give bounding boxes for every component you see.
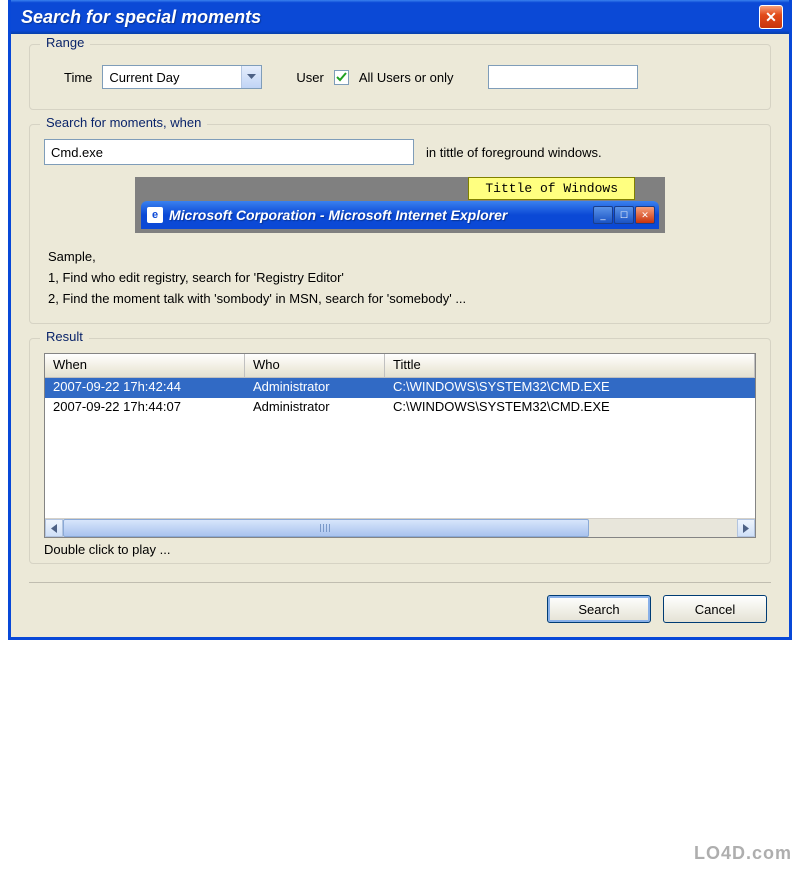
time-label: Time [64,70,92,85]
ie-close-icon: ✕ [635,206,655,224]
scroll-right-button[interactable] [737,519,755,537]
cell-when: 2007-09-22 17h:42:44 [45,378,245,398]
sample-line-1: 1, Find who edit registry, search for 'R… [48,268,756,289]
col-when[interactable]: When [45,354,245,377]
time-combo[interactable]: Current Day [102,65,262,89]
button-row: Search Cancel [29,595,771,623]
separator [29,582,771,583]
col-who[interactable]: Who [245,354,385,377]
close-icon: ✕ [765,9,777,26]
search-fieldset: Search for moments, when in tittle of fo… [29,124,771,324]
all-users-checkbox[interactable] [334,70,349,85]
user-filter-input[interactable] [488,65,638,89]
search-input[interactable] [44,139,414,165]
time-combo-value: Current Day [103,70,241,85]
ie-icon: e [147,207,163,223]
cell-who: Administrator [245,398,385,418]
table-row[interactable]: 2007-09-22 17h:42:44AdministratorC:\WIND… [45,378,755,398]
chevron-right-icon [743,524,749,533]
result-legend: Result [40,329,89,344]
result-fieldset: Result When Who Tittle 2007-09-22 17h:42… [29,338,771,564]
cell-who: Administrator [245,378,385,398]
cell-title: C:\WINDOWS\SYSTEM32\CMD.EXE [385,398,755,418]
maximize-icon: ☐ [614,206,634,224]
minimize-icon: _ [593,206,613,224]
dialog-body: Range Time Current Day User All Users or… [11,34,789,637]
scrollbar-grip-icon [320,524,332,532]
search-row: in tittle of foreground windows. [44,139,756,165]
listview-body: 2007-09-22 17h:42:44AdministratorC:\WIND… [45,378,755,418]
chevron-down-icon [241,66,261,88]
scrollbar-thumb[interactable] [63,519,589,537]
scroll-left-button[interactable] [45,519,63,537]
all-users-label: All Users or only [359,70,454,85]
scrollbar-track[interactable] [63,519,737,537]
sample-heading: Sample, [48,247,756,268]
cell-when: 2007-09-22 17h:44:07 [45,398,245,418]
sample-line-2: 2, Find the moment talk with 'sombody' i… [48,289,756,310]
col-title[interactable]: Tittle [385,354,755,377]
titlebar: Search for special moments ✕ [11,0,789,34]
tooltip: Tittle of Windows [468,177,635,200]
watermark: LO4D.com [694,843,792,864]
close-button[interactable]: ✕ [759,5,783,29]
listview-header: When Who Tittle [45,354,755,378]
search-legend: Search for moments, when [40,115,207,130]
illustration-frame: Tittle of Windows e Microsoft Corporatio… [135,177,665,233]
ie-titlebar: e Microsoft Corporation - Microsoft Inte… [141,201,659,229]
check-icon [336,72,347,83]
horizontal-scrollbar[interactable] [45,518,755,537]
illustration: Tittle of Windows e Microsoft Corporatio… [135,177,665,233]
ie-window-title: Microsoft Corporation - Microsoft Intern… [169,207,593,223]
result-hint: Double click to play ... [44,542,756,557]
cell-title: C:\WINDOWS\SYSTEM32\CMD.EXE [385,378,755,398]
user-label: User [296,70,323,85]
sample-text: Sample, 1, Find who edit registry, searc… [44,247,756,309]
range-row: Time Current Day User All Users or only [44,59,756,95]
search-suffix: in tittle of foreground windows. [426,145,602,160]
search-button[interactable]: Search [547,595,651,623]
window-title: Search for special moments [21,7,759,28]
cancel-button[interactable]: Cancel [663,595,767,623]
table-row[interactable]: 2007-09-22 17h:44:07AdministratorC:\WIND… [45,398,755,418]
result-listview[interactable]: When Who Tittle 2007-09-22 17h:42:44Admi… [44,353,756,538]
range-legend: Range [40,35,90,50]
chevron-left-icon [51,524,57,533]
range-fieldset: Range Time Current Day User All Users or… [29,44,771,110]
dialog-window: Search for special moments ✕ Range Time … [8,0,792,640]
ie-window-buttons: _ ☐ ✕ [593,206,655,224]
